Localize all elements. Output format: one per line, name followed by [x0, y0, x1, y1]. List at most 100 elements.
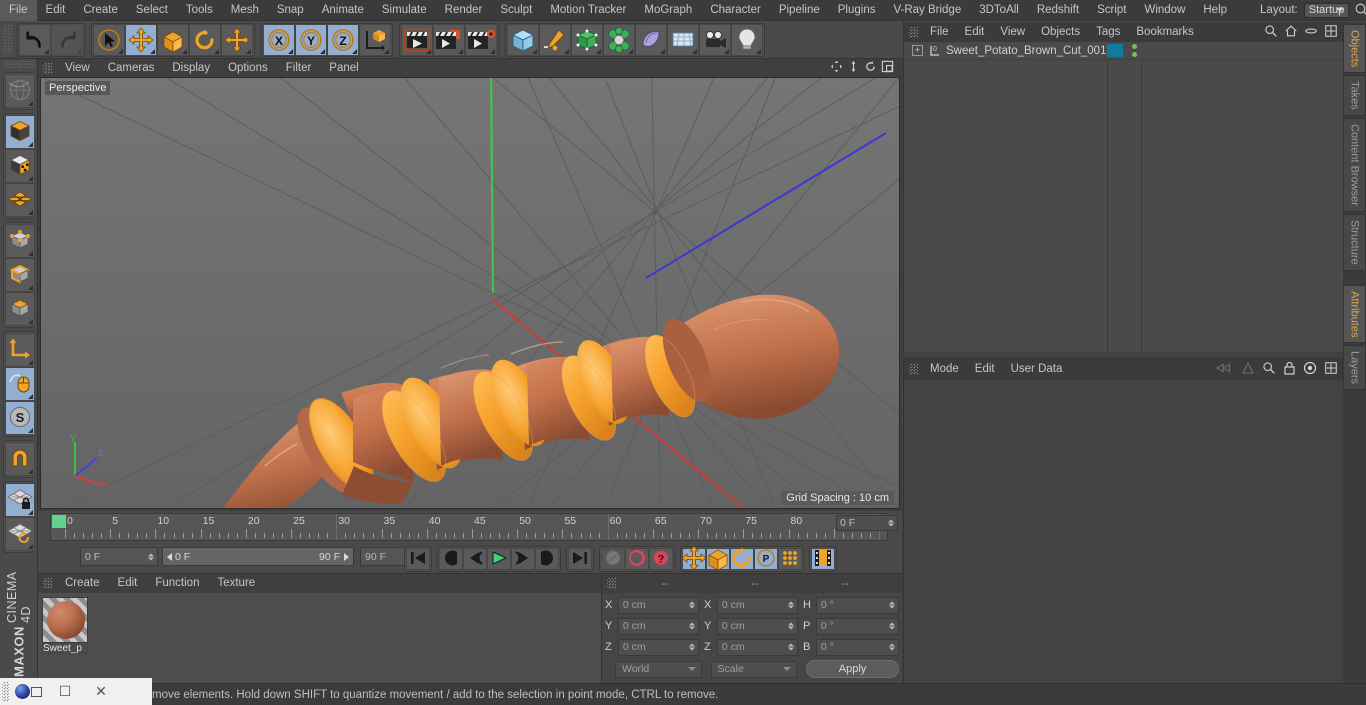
point-level-animation-toggle[interactable]	[778, 548, 802, 570]
render-to-picture-viewer-button[interactable]	[433, 23, 465, 56]
viewport-menu-grip[interactable]	[43, 62, 52, 74]
tab-takes[interactable]: Takes	[1343, 75, 1366, 117]
z-axis-lock[interactable]: Z	[327, 23, 359, 56]
menu-item-animate[interactable]: Animate	[313, 0, 373, 21]
previous-key-button[interactable]	[439, 548, 463, 570]
preview-range-slider[interactable]: 0 F 90 F	[162, 547, 354, 566]
stepper-icon[interactable]	[888, 622, 895, 630]
workplane-mode[interactable]	[5, 183, 35, 217]
x-axis-lock[interactable]: X	[263, 23, 295, 56]
polygons-mode[interactable]	[5, 292, 35, 326]
autokeying-button[interactable]	[625, 548, 649, 570]
rotation-key-toggle[interactable]	[730, 547, 754, 570]
add-deformer-button[interactable]	[635, 23, 667, 56]
object-menu-edit[interactable]: Edit	[957, 22, 993, 42]
next-key-button[interactable]	[535, 548, 559, 570]
tab-structure[interactable]: Structure	[1343, 213, 1366, 271]
go-to-end-button[interactable]	[568, 548, 592, 570]
y-axis-lock[interactable]: Y	[295, 23, 327, 56]
maximize-viewport-icon[interactable]	[881, 60, 894, 76]
rotation-field[interactable]: 0 °	[815, 617, 899, 635]
object-axis-mode[interactable]	[5, 333, 35, 367]
stepper-icon[interactable]	[689, 643, 695, 651]
texture-mode[interactable]	[5, 149, 35, 183]
size-field[interactable]: 0 cm	[716, 596, 798, 614]
add-camera-button[interactable]	[699, 23, 731, 56]
viewport-menu-filter[interactable]: Filter	[277, 59, 321, 77]
live-selection-tool[interactable]	[93, 23, 125, 56]
render-settings-button[interactable]	[465, 23, 497, 56]
enable-snapping[interactable]: S	[5, 401, 35, 435]
target-icon[interactable]	[1303, 361, 1317, 378]
menu-item-select[interactable]: Select	[127, 0, 177, 21]
pan-icon[interactable]	[830, 60, 843, 76]
menu-item-redshift[interactable]: Redshift	[1028, 0, 1088, 21]
viewport-menu-options[interactable]: Options	[219, 59, 277, 77]
layout-select[interactable]: Startup	[1303, 2, 1350, 18]
material-menu-function[interactable]: Function	[146, 574, 208, 593]
attribute-manager-grip[interactable]	[909, 364, 918, 375]
planar-workplane[interactable]	[5, 517, 35, 551]
stepper-icon[interactable]	[888, 643, 895, 651]
rotate-tool[interactable]	[189, 23, 221, 56]
position-field[interactable]: 0 cm	[617, 638, 699, 656]
viewport-menu-panel[interactable]: Panel	[320, 59, 367, 77]
left-toolbar-grip[interactable]	[3, 61, 34, 69]
attribute-menu-mode[interactable]: Mode	[922, 359, 967, 380]
position-key-toggle[interactable]	[681, 544, 707, 571]
magnet-tool[interactable]	[5, 442, 35, 476]
rotation-field[interactable]: 0 °	[815, 638, 899, 656]
object-menu-file[interactable]: File	[922, 22, 957, 42]
add-spline-button[interactable]	[539, 23, 571, 56]
points-mode[interactable]	[5, 224, 35, 258]
attribute-menu-user-data[interactable]: User Data	[1003, 359, 1071, 380]
lock-workplane[interactable]	[5, 483, 35, 517]
object-row[interactable]: + 0 Sweet_Potato_Brown_Cut_001	[904, 42, 1343, 60]
viewport-menu-view[interactable]: View	[56, 59, 99, 77]
menu-item-mograph[interactable]: MoGraph	[635, 0, 701, 21]
maximize-icon[interactable]	[1324, 361, 1338, 378]
menu-item-window[interactable]: Window	[1135, 0, 1194, 21]
menu-item-tools[interactable]: Tools	[177, 0, 222, 21]
viewport-menu-display[interactable]: Display	[163, 59, 219, 77]
toolbar-grip[interactable]	[3, 24, 12, 55]
tab-attributes[interactable]: Attributes	[1343, 284, 1366, 344]
menu-item-render[interactable]: Render	[436, 0, 492, 21]
dolly-icon[interactable]	[847, 60, 860, 76]
stepper-icon[interactable]	[888, 519, 894, 527]
stepper-icon[interactable]	[788, 643, 794, 651]
minimize-button[interactable]: ☐	[47, 683, 83, 700]
timeline-ruler[interactable]: 051015202530354045505560657075808590	[50, 513, 893, 541]
object-menu-tags[interactable]: Tags	[1088, 22, 1128, 42]
menu-item-pipeline[interactable]: Pipeline	[770, 0, 829, 21]
minimize-icon[interactable]	[1304, 24, 1318, 41]
param-key-toggle[interactable]: P	[754, 548, 778, 570]
current-frame-field[interactable]: 0 F	[80, 547, 158, 566]
menu-item-motion-tracker[interactable]: Motion Tracker	[541, 0, 635, 21]
edges-mode[interactable]	[5, 258, 35, 292]
attribute-manager-body[interactable]	[904, 380, 1343, 705]
coordinates-grip[interactable]	[607, 578, 616, 589]
expand-toggle-icon[interactable]: +	[912, 45, 923, 56]
material-menu-edit[interactable]: Edit	[109, 574, 147, 593]
layer-color-swatch[interactable]	[1107, 44, 1123, 57]
material-menu-grip[interactable]	[43, 578, 52, 589]
go-to-start-button[interactable]	[406, 548, 430, 570]
scale-tool[interactable]	[157, 23, 189, 56]
stepper-icon[interactable]	[148, 553, 154, 560]
play-button[interactable]	[487, 548, 511, 570]
range-right-arrow-icon[interactable]	[344, 552, 349, 561]
size-mode-dropdown[interactable]: Scale	[710, 660, 798, 678]
size-field[interactable]: 0 cm	[716, 638, 798, 656]
menu-item-file[interactable]: File	[0, 0, 37, 21]
range-left-arrow-icon[interactable]	[167, 552, 172, 561]
rotate-icon[interactable]	[864, 60, 877, 76]
apply-button[interactable]: Apply	[806, 660, 900, 678]
history-back-icon[interactable]	[1215, 362, 1234, 377]
viewport-menu-cameras[interactable]: Cameras	[99, 59, 164, 77]
attribute-menu-edit[interactable]: Edit	[967, 359, 1003, 380]
coordinate-system-dropdown[interactable]: World	[615, 660, 702, 678]
object-menu-objects[interactable]: Objects	[1033, 22, 1088, 42]
material-menu-create[interactable]: Create	[56, 574, 109, 593]
menu-item-simulate[interactable]: Simulate	[373, 0, 436, 21]
